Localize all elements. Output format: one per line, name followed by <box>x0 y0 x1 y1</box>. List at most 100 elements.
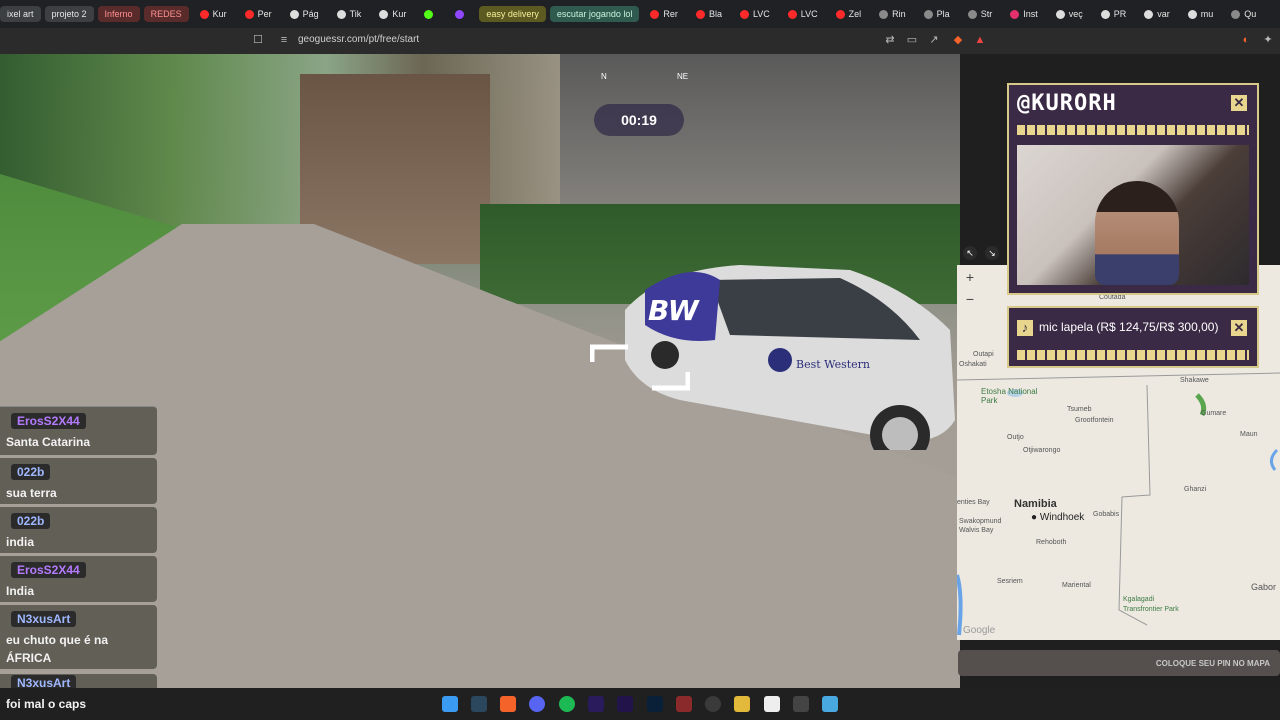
site-settings-icon[interactable]: ≡ <box>278 34 290 46</box>
chat-username: ErosS2X44 <box>11 562 86 578</box>
bookmark-item[interactable]: REDES <box>143 6 189 22</box>
bookmark-item[interactable]: Kur <box>372 6 413 22</box>
guess-button[interactable]: COLOQUE SEU PIN NO MAPA <box>958 650 1280 676</box>
bookmark-item[interactable]: veç <box>1049 6 1090 22</box>
bookmark-item[interactable]: Qu <box>1224 6 1263 22</box>
link-icon <box>967 9 977 19</box>
bookmark-item[interactable]: projeto 2 <box>44 6 94 22</box>
bookmarks-bar: ixel art projeto 2 Inferno REDES Kur Per Pág Ti… <box>0 0 1280 28</box>
premiere-icon[interactable] <box>588 696 604 712</box>
streamer-face <box>1095 181 1179 285</box>
notion-icon[interactable] <box>764 696 780 712</box>
youtube-icon <box>199 9 209 19</box>
bookmark-item[interactable]: Rer <box>643 6 685 22</box>
bookmark-item[interactable] <box>417 7 444 22</box>
bookmark-item[interactable]: easy delivery <box>479 6 546 22</box>
bookmark-item[interactable]: Rin <box>872 6 913 22</box>
brave-rewards-icon[interactable]: ▲ <box>974 34 986 46</box>
guess-button-label: COLOQUE SEU PIN NO MAPA <box>1155 658 1270 668</box>
bookmark-label: Tik <box>349 9 362 19</box>
compass-n: N <box>601 72 607 81</box>
compass-ne: NE <box>677 72 689 81</box>
stream-chat: ErosS2X44 Santa Catarina 022b sua terra … <box>0 406 160 716</box>
instagram-icon <box>1010 9 1020 19</box>
bookmark-item[interactable]: escutar jogando lol <box>549 6 640 22</box>
song-pixel-bar <box>1017 350 1249 360</box>
chat-username: 022b <box>11 513 51 529</box>
spotify-icon[interactable] <box>559 696 575 712</box>
youtube-icon <box>695 9 705 19</box>
bookmark-item[interactable]: Pla <box>917 6 957 22</box>
map-label-gaborone: Gabor <box>1251 582 1277 592</box>
bookmark-item[interactable]: Inferno <box>97 6 140 22</box>
bookmark-item[interactable]: Zel <box>829 6 869 22</box>
bookmark-label: Pág <box>302 9 319 19</box>
bookmark-item[interactable]: var <box>1137 6 1177 22</box>
link-icon <box>923 9 933 19</box>
webcam-feed <box>1017 145 1249 285</box>
steam-icon[interactable] <box>471 696 487 712</box>
bookmark-item[interactable]: Kur <box>193 6 234 22</box>
wallet-icon[interactable]: ✦ <box>1262 34 1274 46</box>
bookmark-item[interactable]: Pág <box>283 6 326 22</box>
chat-username: N3xusArt <box>11 611 77 627</box>
bookmark-item[interactable]: PR <box>1094 6 1134 22</box>
share-icon[interactable]: ↗ <box>928 34 940 46</box>
discord-icon[interactable] <box>529 696 545 712</box>
zoom-in-button[interactable]: + <box>963 269 977 285</box>
translate-icon[interactable]: ⇄ <box>884 34 896 46</box>
bookmark-item[interactable]: Inst <box>1003 6 1045 22</box>
zoom-out-button[interactable]: − <box>963 291 977 307</box>
bookmark-item[interactable]: mu <box>1181 6 1221 22</box>
compass[interactable]: N NE <box>546 72 746 84</box>
obs-icon[interactable] <box>705 696 721 712</box>
app-icon[interactable] <box>793 696 809 712</box>
photos-icon[interactable] <box>822 696 838 712</box>
screenshot-icon[interactable]: ▭ <box>906 34 918 46</box>
now-playing-overlay: ♪ mic lapela (R$ 124,75/R$ 300,00) ✕ <box>1007 306 1259 368</box>
overlay-close-icon: ✕ <box>1231 95 1247 111</box>
twitch-icon <box>455 9 465 19</box>
extension-icon[interactable]: ◐ <box>1240 34 1252 46</box>
chat-text: India <box>6 584 35 598</box>
bookmark-item[interactable]: LVC <box>733 6 777 22</box>
map-label-windhoek: ● Windhoek <box>1031 512 1085 523</box>
bookmark-item[interactable]: Str <box>961 6 1000 22</box>
google-icon <box>1100 9 1110 19</box>
bookmark-label: LVC <box>752 9 770 19</box>
map-label-namibia: Namibia <box>1014 498 1057 510</box>
bookmark-item[interactable]: Bla <box>689 6 729 22</box>
bookmark-label: Zel <box>848 9 862 19</box>
map-shrink-icon[interactable]: ↘ <box>985 246 999 260</box>
bookmark-item[interactable]: Per <box>238 6 279 22</box>
bookmark-item[interactable]: Tik <box>330 6 369 22</box>
brave-icon[interactable] <box>500 696 516 712</box>
brave-shield-icon[interactable]: ◆ <box>952 34 964 46</box>
bookmark-label: LVC <box>800 9 818 19</box>
chat-username: 022b <box>11 464 51 480</box>
youtube-icon <box>787 9 797 19</box>
chat-message: ErosS2X44 India <box>0 556 157 602</box>
explorer-icon[interactable] <box>734 696 750 712</box>
chat-message: 022b sua terra <box>0 458 157 504</box>
photoshop-icon[interactable] <box>647 696 663 712</box>
bookmark-label: Inst <box>1023 9 1038 19</box>
bookmark-item[interactable]: LVC <box>781 6 825 22</box>
after-effects-icon[interactable] <box>617 696 633 712</box>
bookmark-label: Inferno <box>104 9 133 19</box>
bookmark-item[interactable]: ixel art <box>0 6 41 22</box>
windows-start-icon[interactable] <box>442 696 458 712</box>
voicemeeter-icon[interactable] <box>676 696 692 712</box>
map-expand-icon[interactable]: ↖ <box>963 246 977 260</box>
bookmark-icon[interactable]: ☐ <box>252 34 264 46</box>
now-playing-text: mic lapela (R$ 124,75/R$ 300,00) <box>1039 320 1219 334</box>
url-text[interactable]: geoguessr.com/pt/free/start <box>298 34 419 45</box>
map-label-swakopmund: Swakopmund <box>959 518 1002 525</box>
map-label-otjiwarongo: Otjiwarongo <box>1023 447 1061 454</box>
chat-username: ErosS2X44 <box>11 413 86 429</box>
bookmark-label: Str <box>980 9 993 19</box>
bookmark-label: REDES <box>150 9 182 19</box>
map-label-grootfontein: Grootfontein <box>1075 417 1114 424</box>
bookmark-item[interactable] <box>448 7 475 22</box>
move-reticle-icon <box>590 344 690 391</box>
